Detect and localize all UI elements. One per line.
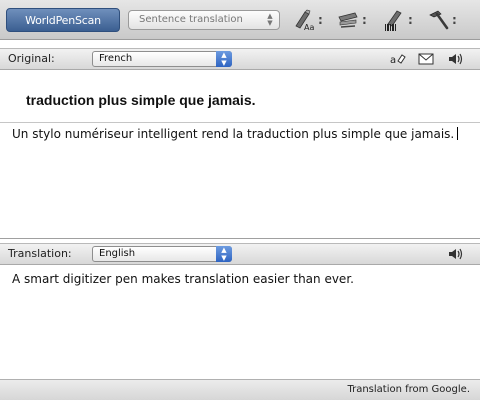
svg-text:a: a <box>390 55 396 66</box>
select-arrows-icon: ▲ ▼ <box>216 246 232 262</box>
original-language-select[interactable]: French ▲ ▼ <box>92 51 232 67</box>
text-cursor <box>457 127 459 140</box>
hammer-tool[interactable]: : <box>426 8 462 32</box>
pen-font-icon: Aa <box>295 9 314 32</box>
speaker-icon[interactable] <box>448 247 464 261</box>
translation-language-select[interactable]: English ▲ ▼ <box>92 246 232 262</box>
speaker-icon[interactable] <box>448 52 464 66</box>
original-text: Un stylo numériseur intelligent rend la … <box>12 127 455 141</box>
scanner-pen-tool[interactable]: : <box>336 8 372 32</box>
pen-font-tool[interactable]: Aa : <box>292 8 328 32</box>
hammer-menu[interactable]: : <box>452 8 457 32</box>
mail-icon[interactable] <box>418 52 434 66</box>
updown-arrow-icon: ▲ ▼ <box>267 12 273 27</box>
scanner-pen-icon <box>338 12 358 28</box>
eraser-icon[interactable]: a <box>390 52 406 66</box>
scanned-line-text: traduction plus simple que jamais. <box>26 92 256 108</box>
translation-language-bar: Translation: English ▲ ▼ <box>0 243 480 265</box>
translation-label: Translation: <box>8 247 72 260</box>
pen-font-menu[interactable]: : <box>318 8 323 32</box>
original-language-value: French <box>99 53 133 64</box>
status-text: Translation from Google. <box>347 384 470 395</box>
original-language-bar: Original: French ▲ ▼ a <box>0 48 480 70</box>
mode-select-value: Sentence translation <box>139 14 243 25</box>
barcode-pen-icon <box>385 10 402 31</box>
barcode-pen-menu[interactable]: : <box>408 8 413 32</box>
translation-text-area[interactable]: A smart digitizer pen makes translation … <box>0 267 480 379</box>
select-arrows-icon: ▲ ▼ <box>216 51 232 67</box>
mode-select[interactable]: Sentence translation ▲ ▼ <box>128 10 280 30</box>
scanned-line: traduction plus simple que jamais. <box>0 81 480 123</box>
barcode-pen-tool[interactable]: : <box>382 8 418 32</box>
hammer-icon <box>429 10 449 30</box>
main-toolbar: WorldPenScan Sentence translation ▲ ▼ Aa … <box>0 0 480 40</box>
original-label: Original: <box>8 52 55 65</box>
scanner-pen-menu[interactable]: : <box>362 8 367 32</box>
translation-language-value: English <box>99 248 136 259</box>
status-bar: Translation from Google. <box>0 379 480 400</box>
svg-text:Aa: Aa <box>304 23 314 32</box>
translation-text: A smart digitizer pen makes translation … <box>12 272 354 286</box>
original-text-area[interactable]: Un stylo numériseur intelligent rend la … <box>0 123 480 239</box>
brand-button[interactable]: WorldPenScan <box>6 8 120 32</box>
